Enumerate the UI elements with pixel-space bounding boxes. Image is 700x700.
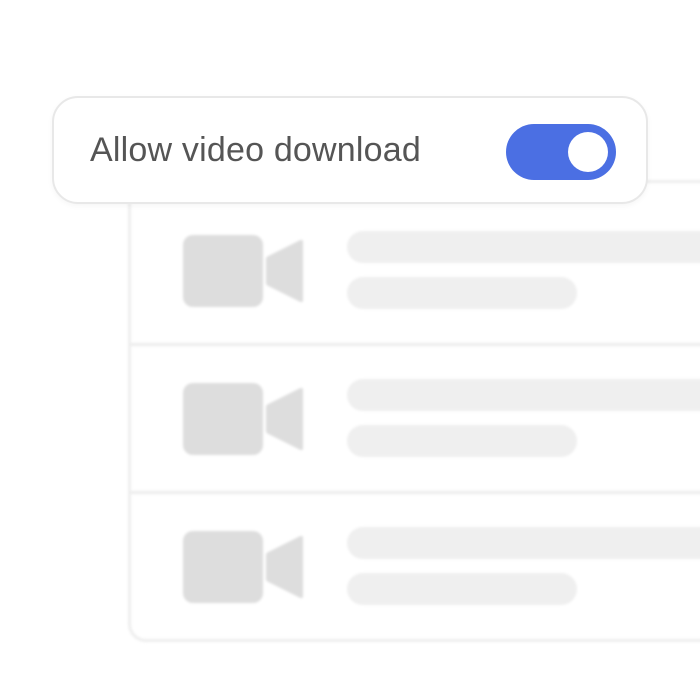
canvas: Allow video download	[0, 0, 700, 700]
list-item	[131, 195, 700, 346]
subtitle-placeholder	[347, 425, 577, 457]
subtitle-placeholder	[347, 573, 577, 605]
video-camera-icon	[183, 531, 303, 603]
title-placeholder	[347, 379, 700, 411]
allow-download-setting-card: Allow video download	[52, 96, 648, 204]
title-placeholder	[347, 231, 700, 263]
list-item	[131, 491, 700, 639]
toggle-knob	[568, 132, 608, 172]
list-item	[131, 343, 700, 494]
video-camera-icon	[183, 235, 303, 307]
video-camera-icon	[183, 383, 303, 455]
allow-download-label: Allow video download	[90, 131, 421, 169]
allow-download-toggle[interactable]	[506, 124, 616, 180]
video-list	[128, 180, 700, 642]
subtitle-placeholder	[347, 277, 577, 309]
title-placeholder	[347, 527, 700, 559]
